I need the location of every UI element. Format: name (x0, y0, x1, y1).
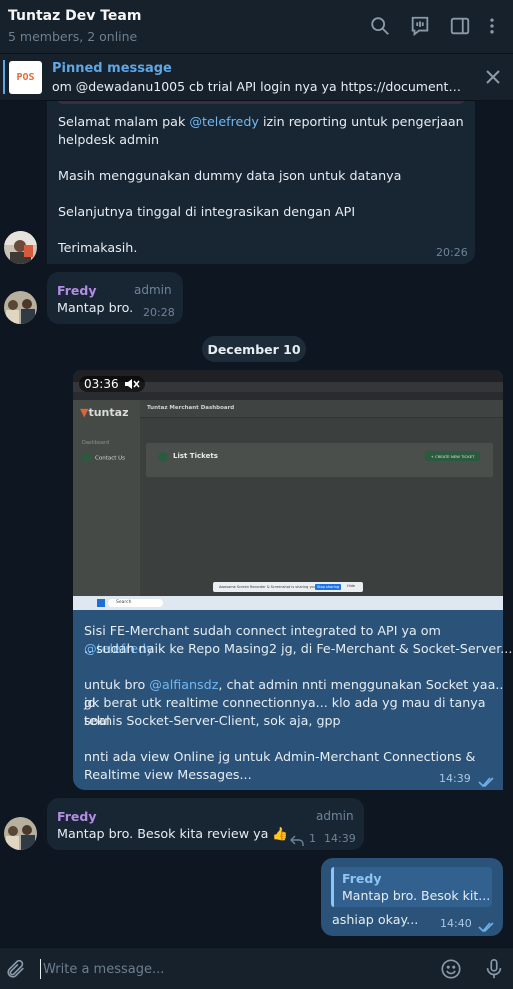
video-card: List Tickets + CREATE NEW TICKET (146, 443, 493, 477)
emoji-icon[interactable] (440, 958, 462, 980)
message-text: Masih menggunakan dummy data json untuk … (58, 168, 402, 183)
video-logo: ▼tuntaz (80, 406, 129, 419)
video-chat-icon[interactable] (408, 14, 432, 38)
mention-link[interactable]: @alfiansdz (149, 677, 218, 692)
message-text: Selanjutnya tinggal di integrasikan deng… (58, 204, 356, 219)
sender-name[interactable]: Fredy (57, 283, 96, 298)
video-list-title: List Tickets (173, 452, 218, 460)
message-text: nnti ada view Online jg untuk Admin-Merc… (84, 749, 476, 764)
video-taskbar: Search (73, 596, 503, 610)
double-check-icon (478, 773, 496, 792)
video-share-banner: Awesome Screen Recorder & Screenshot is … (213, 582, 363, 592)
message-text: Selamat malam pak @telefredy izin report… (58, 114, 464, 129)
message-text: Mantap bro. (57, 300, 134, 315)
sidebar-toggle-icon[interactable] (448, 14, 472, 38)
pinned-thumbnail: POS (9, 61, 42, 94)
message-text: ashiap okay... (332, 912, 419, 927)
video-duration: 03:36 (79, 376, 145, 392)
video-preview[interactable]: ▼tuntaz Dashboard Contact Us Tuntaz Merc… (73, 370, 503, 610)
video-back-icon (158, 452, 168, 462)
message-text: Realtime view Messages... (84, 767, 252, 782)
pinned-indicator (3, 60, 5, 94)
message-time: 20:26 (436, 246, 468, 259)
message-composer (0, 947, 513, 989)
chat-header[interactable]: Tuntaz Dev Team 5 members, 2 online (0, 0, 513, 54)
message-input[interactable] (40, 959, 420, 979)
video-create-button: + CREATE NEW TICKET (425, 451, 480, 461)
more-vertical-icon[interactable] (482, 14, 502, 38)
message-text: Mantap bro. Besok kita review ya 👍 (57, 826, 289, 841)
message-time: 20:28 (143, 306, 175, 319)
attach-icon[interactable] (5, 958, 27, 980)
sender-role: admin (134, 283, 172, 297)
video-windows-icon (97, 599, 105, 607)
avatar[interactable] (4, 291, 37, 324)
muted-icon[interactable] (124, 378, 140, 390)
message-text: teknis Socket-Server-Client, sok aja, gp… (84, 713, 341, 728)
sender-name[interactable]: Fredy (57, 809, 96, 824)
mention-link[interactable]: @telefredy (189, 114, 259, 129)
video-browser-bookmarks (73, 392, 503, 400)
date-separator: December 10 (202, 336, 306, 362)
double-check-icon (478, 918, 496, 937)
avatar[interactable] (4, 817, 37, 850)
message-time: 14:39 (439, 772, 471, 785)
pinned-message-bar[interactable]: POS Pinned message om @dewadanu1005 cb t… (0, 54, 513, 101)
reply-arrow-icon[interactable] (290, 832, 304, 851)
search-icon[interactable] (368, 14, 392, 38)
video-menu-contact: Contact Us (82, 454, 137, 464)
quote-text: Mantap bro. Besok kit... (342, 888, 491, 903)
close-icon[interactable] (484, 68, 502, 86)
video-search: Search (108, 599, 163, 607)
sender-role: admin (316, 809, 354, 823)
pinned-text: om @dewadanu1005 cb trial API login nya … (52, 79, 462, 94)
video-topbar: Tuntaz Merchant Dashboard (140, 400, 503, 418)
chat-subtitle: 5 members, 2 online (8, 29, 138, 44)
microphone-icon[interactable] (483, 958, 505, 980)
message-time: 14:40 (440, 917, 472, 930)
video-sidebar: ▼tuntaz Dashboard Contact Us (73, 400, 140, 596)
video-header-title: Tuntaz Merchant Dashboard (147, 405, 235, 411)
quote-sender: Fredy (342, 871, 382, 886)
message-time: 14:39 (324, 832, 356, 845)
video-page: ▼tuntaz Dashboard Contact Us Tuntaz Merc… (73, 400, 503, 596)
reply-quote[interactable]: Fredy Mantap bro. Besok kit... (331, 867, 492, 907)
message-text: .. sudah naik ke Repo Masing2 jg, di Fe-… (84, 641, 513, 656)
reply-count[interactable]: 1 (309, 832, 316, 845)
chat-title[interactable]: Tuntaz Dev Team (8, 8, 141, 24)
video-menu-dashboard: Dashboard (82, 440, 110, 446)
message-text: Terimakasih. (58, 240, 138, 255)
message-text: helpdesk admin (58, 132, 160, 147)
avatar[interactable] (4, 231, 37, 264)
pinned-title: Pinned message (52, 61, 172, 76)
